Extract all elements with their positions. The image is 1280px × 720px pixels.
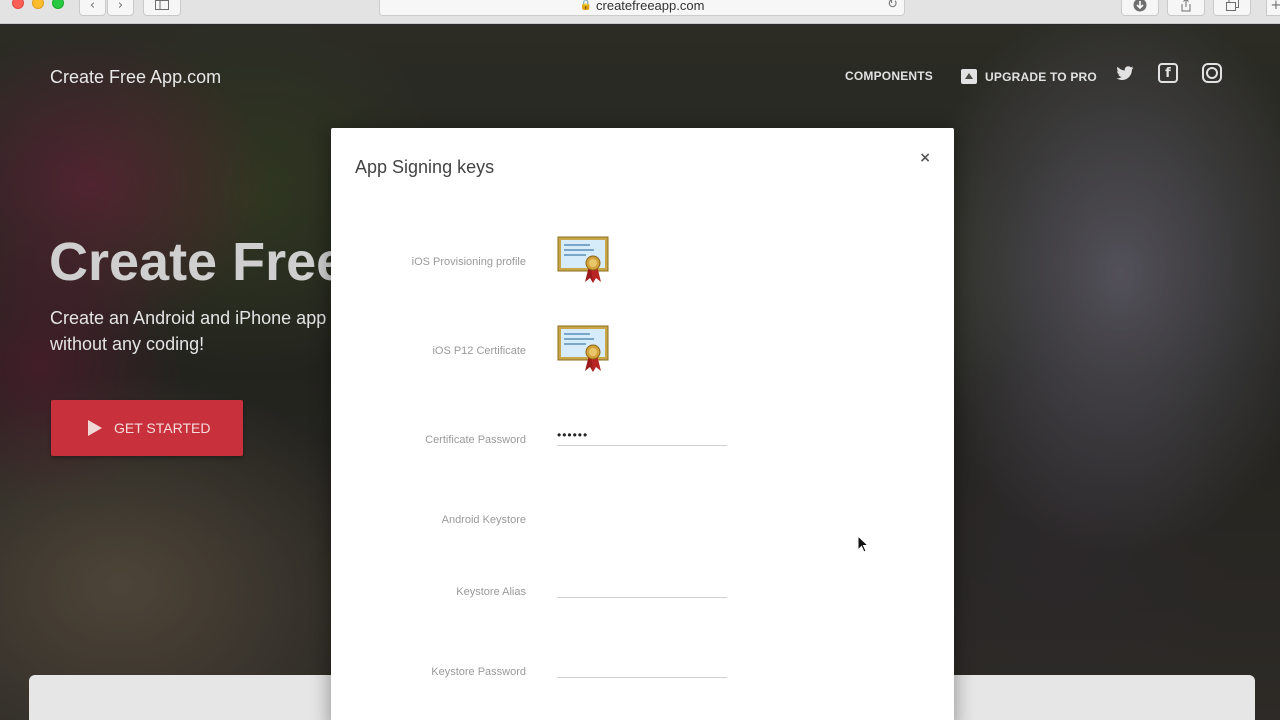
new-tab-button[interactable]: + (1266, 0, 1280, 16)
plus-icon: + (1270, 0, 1280, 13)
address-bar[interactable]: 🔒 createfreeapp.com ↻ (379, 0, 905, 16)
get-started-button[interactable]: GET STARTED (51, 400, 243, 456)
close-icon[interactable]: × (919, 150, 931, 166)
ios-p12-label: iOS P12 Certificate (432, 345, 526, 357)
keystore-alias-label: Keystore Alias (456, 586, 526, 598)
chevron-right-icon: › (117, 0, 124, 13)
mouse-cursor-icon (857, 535, 869, 553)
hero-subtitle: Create an Android and iPhone app without… (50, 308, 327, 354)
maximize-window-button[interactable] (52, 0, 64, 9)
modal-title: App Signing keys (355, 157, 495, 177)
downloads-button[interactable] (1121, 0, 1159, 16)
close-window-button[interactable] (12, 0, 24, 9)
browser-toolbar: ‹ › 🔒 createfreeapp.com ↻ + (0, 0, 1280, 24)
get-started-label: GET STARTED (114, 420, 211, 436)
cert-password-field[interactable]: •••••• (557, 426, 727, 446)
upgrade-icon (961, 69, 977, 84)
play-icon (88, 420, 102, 436)
app-signing-modal: App Signing keys × iOS Provisioning prof… (331, 128, 954, 720)
share-icon (1181, 0, 1191, 12)
ios-profile-label: iOS Provisioning profile (411, 256, 526, 268)
forward-button[interactable]: › (107, 0, 134, 16)
sidebar-toggle-button[interactable] (143, 0, 181, 16)
address-url: createfreeapp.com (596, 0, 705, 13)
tabs-icon (1225, 0, 1239, 11)
certificate-icon[interactable] (557, 325, 611, 373)
site-brand[interactable]: Create Free App.com (50, 67, 221, 88)
cert-password-label: Certificate Password (425, 434, 526, 446)
sidebar-icon (155, 0, 169, 10)
share-button[interactable] (1167, 0, 1205, 16)
tabs-button[interactable] (1213, 0, 1251, 16)
nav-upgrade-link[interactable]: UPGRADE TO PRO (961, 69, 1097, 84)
facebook-icon[interactable]: f (1158, 63, 1178, 83)
lock-icon: 🔒 (579, 0, 593, 11)
android-keystore-label: Android Keystore (441, 514, 526, 526)
instagram-icon[interactable] (1202, 63, 1222, 83)
keystore-alias-field[interactable] (557, 578, 727, 598)
hero-title: Create Free (49, 232, 347, 292)
cert-password-value: •••••• (557, 428, 589, 442)
nav-components-label: COMPONENTS (845, 69, 934, 83)
back-button[interactable]: ‹ (79, 0, 106, 16)
nav-components-link[interactable]: COMPONENTS (845, 69, 933, 83)
keystore-password-field[interactable] (557, 658, 727, 678)
reload-icon[interactable]: ↻ (887, 0, 898, 12)
chevron-left-icon: ‹ (89, 0, 96, 13)
keystore-password-label: Keystore Password (431, 666, 526, 678)
minimize-window-button[interactable] (32, 0, 44, 9)
nav-upgrade-label: UPGRADE TO PRO (985, 69, 1097, 84)
twitter-icon[interactable] (1115, 63, 1135, 83)
certificate-icon[interactable] (557, 236, 611, 284)
download-icon (1133, 0, 1147, 12)
